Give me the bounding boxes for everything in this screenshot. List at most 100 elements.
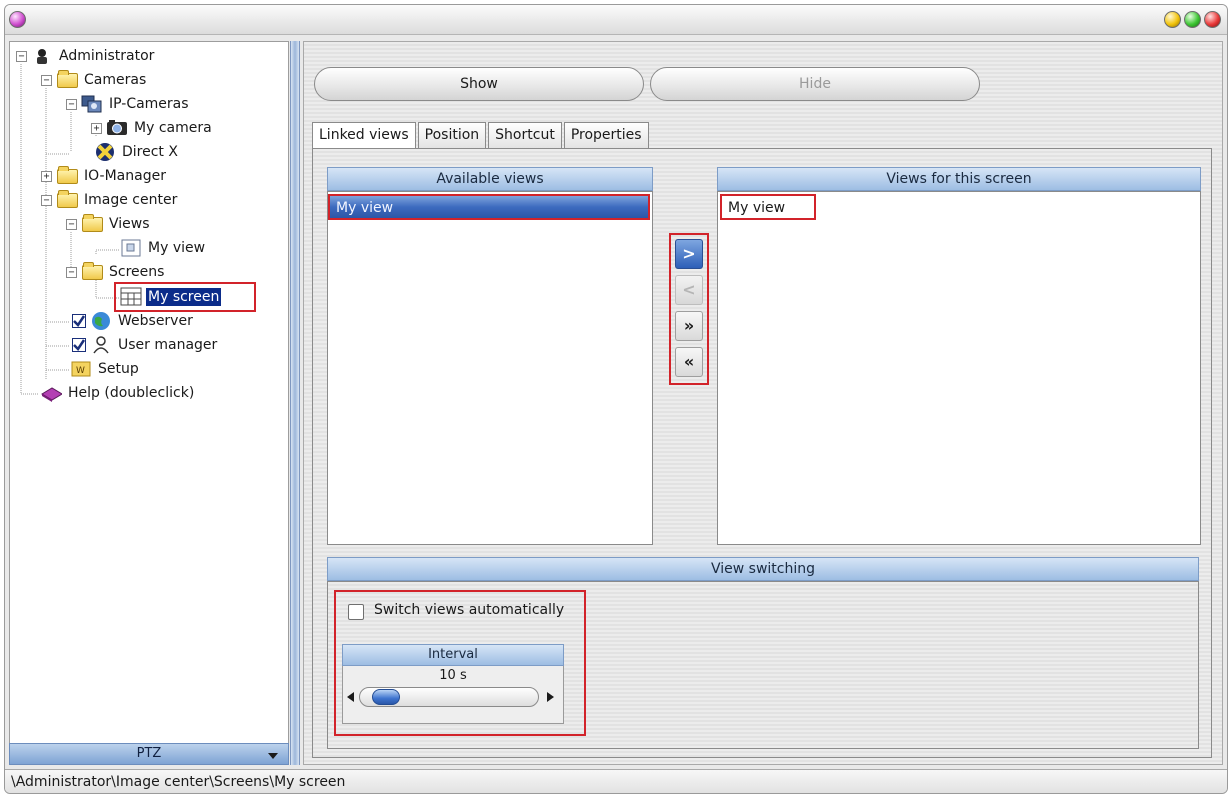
tree-item-my-screen[interactable]: My screen	[114, 282, 256, 312]
help-book-icon	[40, 384, 62, 402]
tree-item-my-view[interactable]: My view	[120, 237, 207, 259]
folder-open-icon	[56, 189, 78, 209]
interval-slider-thumb[interactable]	[372, 689, 400, 705]
ptz-label: PTZ	[136, 746, 162, 761]
status-bar: \Administrator\Image center\Screens\My s…	[5, 769, 1227, 793]
minimize-icon[interactable]	[1164, 11, 1181, 28]
tree-item-screens[interactable]: − Screens	[66, 261, 166, 283]
move-buttons-group: > < » «	[669, 233, 709, 385]
tree-item-help[interactable]: Help (doubleclick)	[40, 382, 196, 404]
switch-views-label: Switch views automatically	[374, 602, 565, 618]
switch-views-checkbox[interactable]	[348, 604, 364, 620]
tab-position[interactable]: Position	[417, 122, 487, 148]
tab-shortcut[interactable]: Shortcut	[488, 122, 562, 148]
collapse-icon[interactable]: −	[66, 266, 77, 278]
window-menu-icon[interactable]	[9, 11, 26, 28]
collapse-icon[interactable]: −	[41, 194, 52, 206]
folder-open-icon	[56, 69, 78, 89]
checked-checkbox-icon[interactable]	[68, 312, 90, 330]
folder-open-icon	[81, 261, 103, 281]
tree-item-label: IP-Cameras	[109, 96, 189, 112]
show-button[interactable]: Show	[314, 67, 644, 101]
camera-icon	[106, 119, 128, 137]
navigation-tree[interactable]: − Administrator − Cameras − IP-Cameras +…	[9, 41, 289, 763]
slider-right-arrow-icon[interactable]	[547, 692, 554, 702]
interval-value: 10 s	[439, 668, 467, 683]
tree-item-label: Help (doubleclick)	[68, 385, 195, 401]
tree-item-label: My camera	[134, 120, 212, 136]
linked-views-panel: Available views My view > < » « Views fo…	[312, 148, 1212, 758]
list-item-available-my-view[interactable]: My view	[328, 194, 650, 220]
admin-icon	[31, 47, 53, 65]
view-icon	[120, 239, 142, 257]
remove-all-views-button[interactable]: «	[675, 347, 703, 377]
collapse-icon[interactable]: −	[66, 98, 77, 110]
tab-bar: Linked views Position Shortcut Propertie…	[312, 122, 651, 148]
title-bar	[5, 5, 1227, 35]
list-item-screen-my-view[interactable]: My view	[720, 194, 816, 220]
interval-slider[interactable]	[359, 687, 539, 707]
tree-item-my-camera[interactable]: + My camera	[91, 117, 214, 139]
ptz-dropdown[interactable]: PTZ	[9, 743, 289, 765]
tree-item-label: User manager	[118, 337, 218, 353]
tree-item-setup[interactable]: W Setup	[70, 358, 141, 380]
available-views-list[interactable]: My view	[327, 191, 653, 545]
collapse-icon[interactable]: −	[16, 50, 27, 62]
hide-button[interactable]: Hide	[650, 67, 980, 101]
tree-item-administrator[interactable]: − Administrator	[16, 45, 156, 67]
tree-item-direct-x[interactable]: Direct X	[94, 141, 180, 163]
tree-item-label: Screens	[109, 264, 165, 280]
tree-item-label: Cameras	[84, 72, 147, 88]
directx-icon	[94, 143, 116, 161]
tree-item-label: Image center	[84, 192, 178, 208]
tree-item-label: Direct X	[122, 144, 178, 160]
remove-view-button[interactable]: <	[675, 275, 703, 305]
collapse-icon[interactable]: −	[41, 74, 52, 86]
collapse-icon[interactable]: −	[66, 218, 77, 230]
tree-item-label: My view	[148, 240, 206, 256]
slider-left-arrow-icon[interactable]	[347, 692, 354, 702]
user-manager-icon	[90, 336, 112, 354]
screen-views-header: Views for this screen	[717, 167, 1201, 191]
tree-item-label: Setup	[98, 361, 139, 377]
tree-item-cameras[interactable]: − Cameras	[41, 69, 148, 91]
setup-icon: W	[70, 360, 92, 378]
tree-item-label: My screen	[146, 288, 222, 306]
folder-icon	[56, 165, 78, 185]
expand-icon[interactable]: +	[91, 122, 102, 134]
tree-item-ip-cameras[interactable]: − IP-Cameras	[66, 93, 191, 115]
view-switching-highlight: Switch views automatically Interval 10 s	[334, 590, 586, 736]
view-switching-header: View switching	[327, 557, 1199, 581]
interval-header: Interval	[342, 644, 564, 666]
dropdown-arrow-icon	[268, 753, 278, 759]
tree-item-user-manager[interactable]: User manager	[68, 334, 219, 356]
tree-item-image-center[interactable]: − Image center	[41, 189, 179, 211]
main-panel: Show Hide Linked views Position Shortcut…	[303, 41, 1223, 765]
tab-properties[interactable]: Properties	[563, 122, 649, 148]
status-path: \Administrator\Image center\Screens\My s…	[11, 774, 346, 790]
tree-item-webserver[interactable]: Webserver	[68, 310, 195, 332]
close-icon[interactable]	[1204, 11, 1221, 28]
tree-item-label: Administrator	[59, 48, 155, 64]
tree-item-label: Webserver	[118, 313, 193, 329]
app-window: − Administrator − Cameras − IP-Cameras +…	[4, 4, 1228, 794]
tab-linked-views[interactable]: Linked views	[312, 122, 416, 148]
screen-views-list[interactable]: My view	[717, 191, 1201, 545]
available-views-header: Available views	[327, 167, 653, 191]
folder-open-icon	[81, 213, 103, 233]
tree-item-label: IO-Manager	[84, 168, 166, 184]
add-all-views-button[interactable]: »	[675, 311, 703, 341]
interval-box: 10 s	[342, 666, 564, 724]
expand-icon[interactable]: +	[41, 170, 52, 182]
svg-text:W: W	[76, 366, 85, 376]
checked-checkbox-icon[interactable]	[68, 336, 90, 354]
globe-icon	[90, 312, 112, 330]
tree-item-io-manager[interactable]: + IO-Manager	[41, 165, 168, 187]
view-switching-group: Switch views automatically Interval 10 s	[327, 581, 1199, 749]
maximize-icon[interactable]	[1184, 11, 1201, 28]
ip-cameras-icon	[81, 95, 103, 113]
add-view-button[interactable]: >	[675, 239, 703, 269]
screen-icon	[120, 287, 142, 306]
tree-item-views[interactable]: − Views	[66, 213, 152, 235]
panel-splitter[interactable]	[290, 41, 300, 765]
